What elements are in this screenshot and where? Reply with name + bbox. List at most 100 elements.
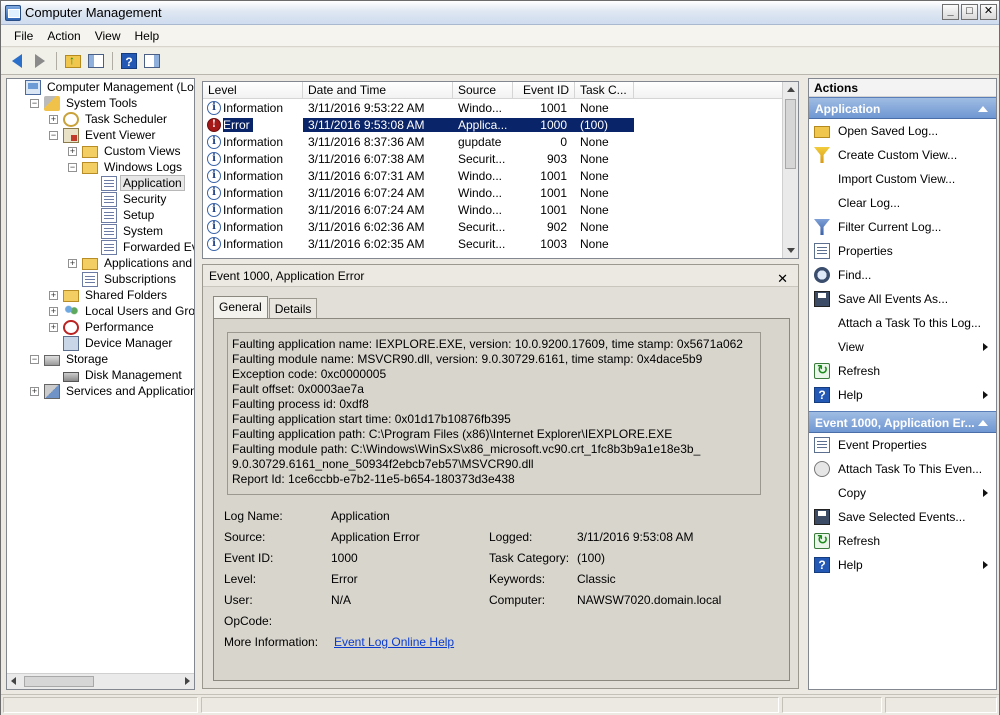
actions-section-header[interactable]: Event 1000, Application Er...	[809, 411, 996, 433]
show-hide-tree-button[interactable]	[86, 51, 106, 71]
event-row[interactable]: i Information 3/11/2016 6:07:24 AM Windo...…	[203, 184, 783, 201]
expand-icon[interactable]: +	[49, 290, 58, 300]
action-item-label: Create Custom View...	[838, 148, 958, 162]
tree-node[interactable]: Setup	[87, 207, 157, 223]
tree-node[interactable]: Device Manager	[49, 335, 175, 351]
scroll-thumb[interactable]	[785, 99, 796, 169]
event-row[interactable]: ! Error 3/11/2016 9:53:08 AM Applica... 1000…	[203, 116, 783, 133]
action-item[interactable]: Create Custom View...	[809, 143, 996, 167]
close-button[interactable]: ✕	[980, 4, 997, 20]
collapse-icon[interactable]: −	[30, 354, 39, 364]
action-item[interactable]: ? Help	[809, 553, 996, 577]
event-row[interactable]: i Information 3/11/2016 6:02:36 AM Securit.…	[203, 218, 783, 235]
scroll-thumb[interactable]	[24, 676, 94, 687]
tree-node[interactable]: − Event Viewer	[49, 127, 158, 143]
collapse-section-icon[interactable]	[978, 106, 988, 112]
tree-node[interactable]: − Windows Logs	[68, 159, 185, 175]
column-source[interactable]: Source	[453, 82, 513, 98]
expand-icon[interactable]: +	[68, 146, 77, 156]
tree-node[interactable]: Computer Management (Local)	[11, 79, 194, 95]
up-button[interactable]	[63, 51, 83, 71]
event-level: Information	[223, 219, 284, 234]
maximize-button[interactable]: □	[961, 4, 978, 20]
action-item[interactable]: Save Selected Events...	[809, 505, 996, 529]
action-item[interactable]: Attach Task To This Even...	[809, 457, 996, 481]
tree-node[interactable]: + Task Scheduler	[49, 111, 170, 127]
column-task-category[interactable]: Task C...	[575, 82, 634, 98]
back-button[interactable]	[7, 51, 27, 71]
event-description[interactable]: Faulting application name: IEXPLORE.EXE,…	[227, 332, 761, 495]
tab-details[interactable]: Details	[268, 298, 318, 319]
tree-node[interactable]: + Performance	[49, 319, 157, 335]
event-row[interactable]: i Information 3/11/2016 9:53:22 AM Windo...…	[203, 99, 783, 116]
action-item[interactable]: Copy	[809, 481, 996, 505]
action-item[interactable]: Import Custom View...	[809, 167, 996, 191]
forward-button[interactable]	[30, 51, 50, 71]
collapse-section-icon[interactable]	[978, 420, 988, 426]
scroll-right-icon[interactable]	[185, 677, 190, 685]
action-item[interactable]: View	[809, 335, 996, 359]
action-item[interactable]: Filter Current Log...	[809, 215, 996, 239]
tree-node[interactable]: + Applications and Servi	[68, 255, 194, 271]
column-event-id[interactable]: Event ID	[513, 82, 575, 98]
event-row[interactable]: i Information 3/11/2016 6:02:35 AM Securit.…	[203, 235, 783, 252]
collapse-icon[interactable]: −	[49, 130, 58, 140]
expand-icon[interactable]: +	[49, 114, 58, 124]
menu-view[interactable]: View	[88, 27, 128, 45]
action-item[interactable]: Open Saved Log...	[809, 119, 996, 143]
close-detail-icon[interactable]: ✕	[777, 268, 788, 290]
expand-icon[interactable]: +	[68, 258, 77, 268]
tree-node[interactable]: + Local Users and Groups	[49, 303, 194, 319]
action-item[interactable]: Refresh	[809, 359, 996, 383]
column-date-time[interactable]: Date and Time	[303, 82, 453, 98]
tree-node[interactable]: + Shared Folders	[49, 287, 170, 303]
action-item[interactable]: Save All Events As...	[809, 287, 996, 311]
help-toolbar-button[interactable]: ?	[119, 51, 139, 71]
tree-node[interactable]: Security	[87, 191, 169, 207]
tree-node[interactable]: Application	[87, 175, 185, 191]
action-item[interactable]: Refresh	[809, 529, 996, 553]
device-icon	[63, 335, 79, 351]
event-row[interactable]: i Information 3/11/2016 8:37:36 AM gupdate 0…	[203, 133, 783, 150]
action-item[interactable]: ? Help	[809, 383, 996, 407]
blank-icon	[814, 315, 830, 331]
minimize-button[interactable]: _	[942, 4, 959, 20]
action-item[interactable]: Event Properties	[809, 433, 996, 457]
event-row[interactable]: i Information 3/11/2016 6:07:31 AM Windo...…	[203, 167, 783, 184]
menu-file[interactable]: File	[7, 27, 40, 45]
scroll-up-icon[interactable]	[787, 87, 795, 92]
action-item[interactable]: Attach a Task To this Log...	[809, 311, 996, 335]
tree-horizontal-scrollbar[interactable]	[7, 673, 194, 689]
show-hide-action-pane-button[interactable]	[142, 51, 162, 71]
scroll-left-icon[interactable]	[11, 677, 16, 685]
tree-node[interactable]: Disk Management	[49, 367, 185, 383]
tree-node[interactable]: Forwarded Events	[87, 239, 194, 255]
tree-node[interactable]: − Storage	[30, 351, 111, 367]
collapse-icon[interactable]: −	[68, 162, 77, 172]
tree-node[interactable]: Subscriptions	[68, 271, 179, 287]
tree-node[interactable]: − System Tools	[30, 95, 140, 111]
event-log-online-help-link[interactable]: Event Log Online Help	[334, 635, 454, 649]
event-level: Information	[223, 236, 284, 251]
expand-icon[interactable]: +	[30, 386, 39, 396]
action-item[interactable]: Find...	[809, 263, 996, 287]
expand-icon[interactable]: +	[49, 322, 58, 332]
expand-icon[interactable]: +	[49, 306, 58, 316]
collapse-icon[interactable]: −	[30, 98, 39, 108]
description-line: Faulting process id: 0xdf8	[232, 397, 369, 411]
event-row[interactable]: i Information 3/11/2016 6:07:24 AM Windo...…	[203, 201, 783, 218]
scroll-down-icon[interactable]	[787, 248, 795, 253]
actions-section-header[interactable]: Application	[809, 97, 996, 119]
tree-node[interactable]: + Services and Applications	[30, 383, 194, 399]
tree-node[interactable]: + Custom Views	[68, 143, 183, 159]
tree-node[interactable]: System	[87, 223, 166, 239]
action-item[interactable]: Properties	[809, 239, 996, 263]
event-list-vertical-scrollbar[interactable]	[782, 82, 798, 258]
column-level[interactable]: Level	[203, 82, 303, 98]
tab-general[interactable]: General	[213, 296, 268, 319]
menu-help[interactable]: Help	[128, 27, 167, 45]
event-row[interactable]: i Information 3/11/2016 6:07:38 AM Securit.…	[203, 150, 783, 167]
action-item[interactable]: Clear Log...	[809, 191, 996, 215]
menu-action[interactable]: Action	[40, 27, 87, 45]
